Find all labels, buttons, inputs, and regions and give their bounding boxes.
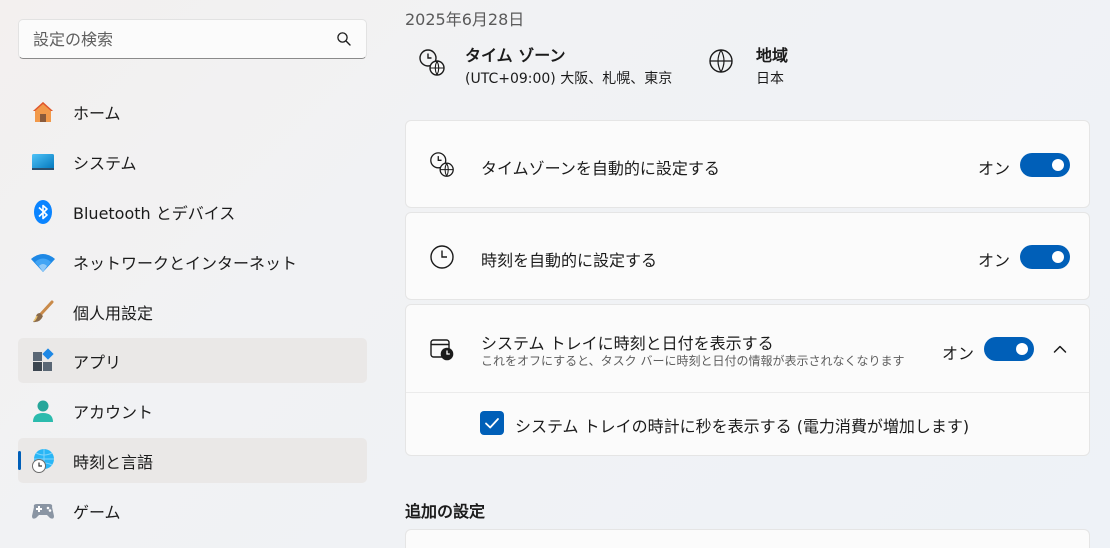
sidebar-item-account[interactable]: アカウント [18,388,367,433]
sidebar-item-apps[interactable]: アプリ [18,338,367,383]
additional-settings-card[interactable] [405,529,1090,548]
toggle-knob [1052,251,1064,263]
sidebar-item-network[interactable]: ネットワークとインターネット [18,239,367,284]
toggle-state-label: オン [978,159,1011,178]
sidebar-item-label: 時刻と言語 [73,452,154,472]
sidebar: ホーム システム Bluetooth とデバイス ネットワークとインターネット [0,0,385,548]
region-value: 日本 [756,71,784,87]
sidebar-item-label: アプリ [73,352,122,372]
system-tray-card: システム トレイに時刻と日付を表示する これをオフにすると、タスク バーに時刻と… [405,304,1090,456]
system-tray-subtitle: これをオフにすると、タスク バーに時刻と日付の情報が表示されなくなります [481,354,905,368]
system-tray-title: システム トレイに時刻と日付を表示する [481,334,774,353]
sidebar-item-label: ホーム [73,103,121,123]
sidebar-item-personalization[interactable]: 個人用設定 [18,289,367,334]
toggle-state-label: オン [942,344,975,363]
current-date: 2025年6月28日 [405,10,525,29]
bluetooth-icon [34,200,52,224]
system-icon [32,154,54,170]
sidebar-item-label: ゲーム [73,502,121,522]
sidebar-item-time-language[interactable]: 時刻と言語 [18,438,367,483]
timezone-title: タイム ゾーン [465,46,566,65]
system-tray-toggle[interactable] [984,337,1034,361]
show-seconds-label[interactable]: システム トレイの時計に秒を表示する (電力消費が増加します) [515,413,969,437]
toggle-knob [1052,159,1064,171]
selection-indicator [18,451,21,470]
auto-timezone-card: タイムゾーンを自動的に設定する オン [405,120,1090,208]
account-icon [33,400,53,422]
additional-settings-heading: 追加の設定 [405,502,486,521]
sidebar-item-gaming[interactable]: ゲーム [18,488,367,533]
timezone-info: タイム ゾーン (UTC+09:00) 大阪、札幌、東京 [417,40,697,90]
apps-icon [33,348,54,371]
checkmark-icon [485,418,499,429]
globe-icon [709,49,733,73]
region-info: 地域 日本 [708,40,858,90]
sidebar-item-system[interactable]: システム [18,139,367,184]
gamepad-icon [32,504,54,519]
wifi-icon [31,254,55,272]
toggle-state-label: オン [978,251,1011,270]
clock-globe-icon [419,49,445,76]
auto-timezone-toggle[interactable] [1020,153,1070,177]
main-content: 2025年6月28日 タイム ゾーン (UTC+09:00) 大阪、札幌、東京 … [405,0,1110,548]
auto-time-title: 時刻を自動的に設定する [481,251,658,270]
sidebar-item-label: ネットワークとインターネット [73,253,298,273]
sidebar-item-label: アカウント [73,402,154,422]
sidebar-item-home[interactable]: ホーム [18,89,367,134]
calendar-clock-icon [430,339,454,361]
home-icon [33,102,53,122]
search-icon[interactable] [336,31,352,47]
time-language-icon [32,449,54,473]
auto-timezone-title: タイムゾーンを自動的に設定する [481,159,720,178]
chevron-up-icon[interactable] [1052,341,1068,357]
sidebar-item-label: システム [73,153,137,173]
sidebar-item-bluetooth[interactable]: Bluetooth とデバイス [18,189,367,234]
clock-icon [430,245,454,269]
timezone-value: (UTC+09:00) 大阪、札幌、東京 [465,71,673,87]
brush-icon [33,300,54,323]
search-box[interactable] [18,19,367,59]
show-seconds-checkbox[interactable] [480,411,504,435]
auto-time-toggle[interactable] [1020,245,1070,269]
sidebar-item-label: Bluetooth とデバイス [73,203,236,223]
clock-globe-icon [430,152,454,177]
sidebar-item-label: 個人用設定 [73,303,154,323]
card-divider [406,392,1089,393]
region-title: 地域 [756,46,789,65]
search-input[interactable] [19,20,319,58]
toggle-knob [1016,343,1028,355]
auto-time-card: 時刻を自動的に設定する オン [405,212,1090,300]
